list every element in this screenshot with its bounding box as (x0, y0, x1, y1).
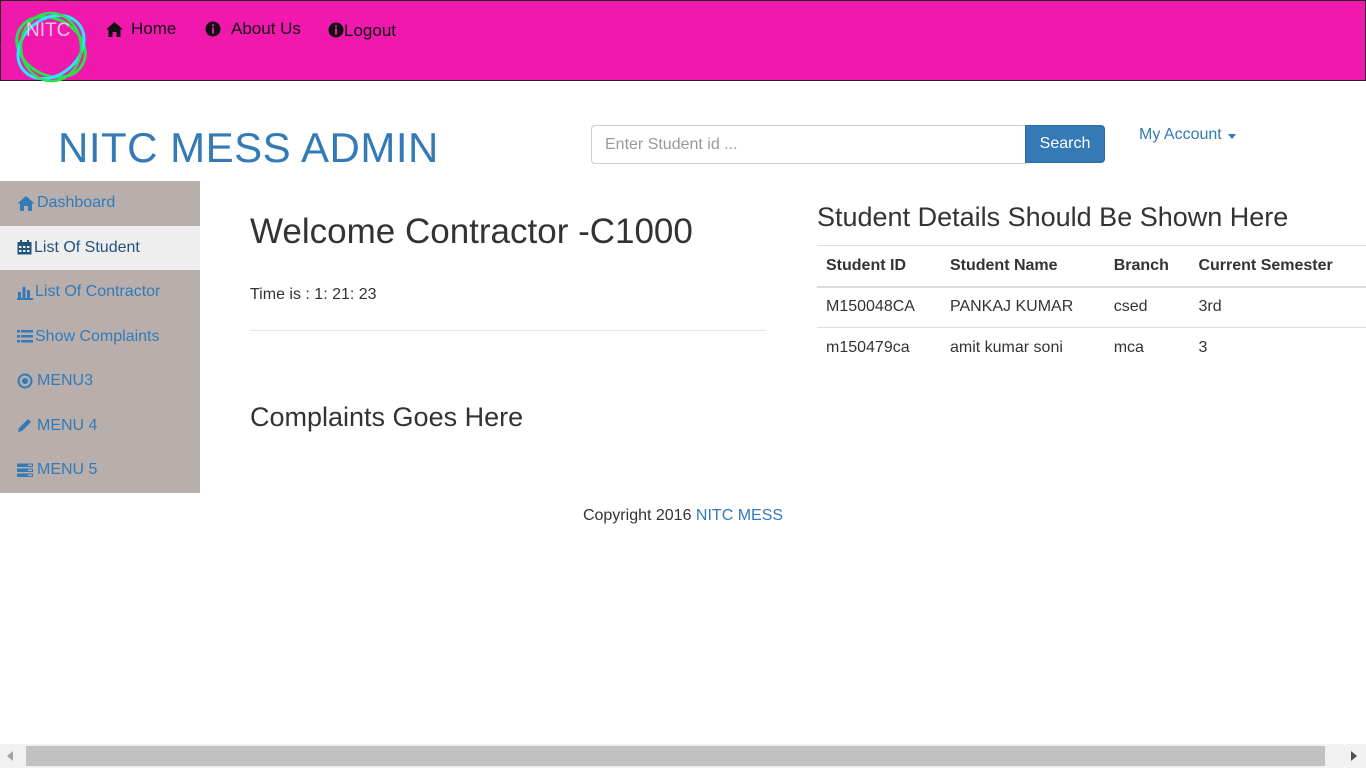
table-cell: m150479ca (817, 327, 941, 369)
table-cell: csed (1104, 286, 1190, 328)
nav-about[interactable]: About Us (205, 19, 301, 39)
scroll-right-icon[interactable] (1351, 751, 1357, 761)
list-icon (17, 330, 33, 343)
sidebar-item-dashboard[interactable]: Dashboard (0, 181, 200, 226)
scrollbar-thumb[interactable] (26, 746, 1325, 766)
complaints-heading: Complaints Goes Here (250, 402, 524, 432)
student-details-table: Student ID Student Name Branch Current S… (817, 245, 1366, 369)
table-cell: PANKAJ KUMAR (940, 286, 1105, 328)
tasks-icon (17, 463, 33, 477)
my-account-label: My Account (1139, 126, 1222, 143)
sidebar-item-label: Dashboard (37, 194, 116, 212)
top-navbar: NITC Home About Us Logout (0, 0, 1366, 83)
sidebar-item-menu3[interactable]: MENU3 (0, 359, 200, 404)
divider (250, 330, 766, 331)
home-icon (106, 21, 123, 37)
copyright-text: Copyright 2016 (582, 507, 692, 524)
sidebar-item-list-of-contractor[interactable]: List Of Contractor (0, 270, 200, 315)
scroll-left-icon[interactable] (7, 751, 13, 761)
nav-logout[interactable]: Logout (328, 19, 396, 41)
logo-text: NITC (26, 20, 71, 41)
table-row: M150048CA PANKAJ KUMAR csed 3rd (817, 286, 1366, 328)
brand-title[interactable]: NITC MESS ADMIN (58, 124, 439, 172)
sidebar-item-label: Show Complaints (35, 327, 160, 345)
student-details-title: Student Details Should Be Shown Here (817, 202, 1289, 232)
info-circle-icon (205, 21, 221, 37)
sidebar: Dashboard List Of Student List Of Contra… (0, 181, 200, 493)
nav-home-label: Home (131, 19, 177, 38)
sidebar-item-menu5[interactable]: MENU 5 (0, 448, 200, 493)
table-cell: 3 (1189, 327, 1366, 369)
home-icon (17, 195, 35, 211)
caret-down-icon (1227, 133, 1236, 139)
info-circle-icon (328, 22, 344, 38)
table-row: m150479ca amit kumar soni mca 3 (817, 327, 1366, 369)
column-header: Student Name (940, 245, 1105, 288)
table-cell: mca (1104, 327, 1190, 369)
footer-link[interactable]: NITC MESS (696, 507, 783, 524)
sidebar-item-show-complaints[interactable]: Show Complaints (0, 315, 200, 360)
table-cell: M150048CA (817, 286, 941, 328)
search-button[interactable]: Search (1025, 125, 1105, 163)
table-header-row: Student ID Student Name Branch Current S… (817, 245, 1366, 288)
nav-about-label: About Us (231, 19, 301, 38)
column-header: Student ID (817, 245, 941, 288)
pencil-icon (18, 419, 31, 433)
welcome-heading: Welcome Contractor -C1000 (250, 212, 693, 251)
column-header: Current Semester (1189, 245, 1366, 288)
nav-home[interactable]: Home (106, 19, 176, 39)
sidebar-item-list-of-student[interactable]: List Of Student (0, 225, 200, 270)
sidebar-item-menu4[interactable]: MENU 4 (0, 404, 200, 449)
horizontal-scrollbar[interactable] (0, 744, 1366, 768)
column-header: Branch (1104, 245, 1190, 288)
table-cell: 3rd (1189, 286, 1366, 328)
sidebar-item-label: List Of Contractor (35, 283, 161, 301)
bar-chart-icon (17, 286, 33, 300)
nav-logout-label: Logout (344, 21, 396, 40)
my-account-dropdown[interactable]: My Account (1139, 126, 1236, 144)
time-display: Time is : 1: 21: 23 (250, 286, 377, 303)
calendar-icon (17, 240, 32, 255)
sidebar-item-label: MENU 4 (37, 416, 98, 434)
table-cell: amit kumar soni (940, 327, 1105, 369)
footer: Copyright 2016 NITC MESS (0, 507, 1366, 525)
sidebar-item-label: List Of Student (34, 238, 140, 256)
nitc-logo-icon[interactable] (11, 7, 93, 87)
record-icon (17, 373, 33, 389)
student-search-input[interactable] (591, 125, 1026, 164)
sidebar-item-label: MENU 5 (37, 461, 98, 479)
sidebar-item-label: MENU3 (37, 372, 94, 390)
